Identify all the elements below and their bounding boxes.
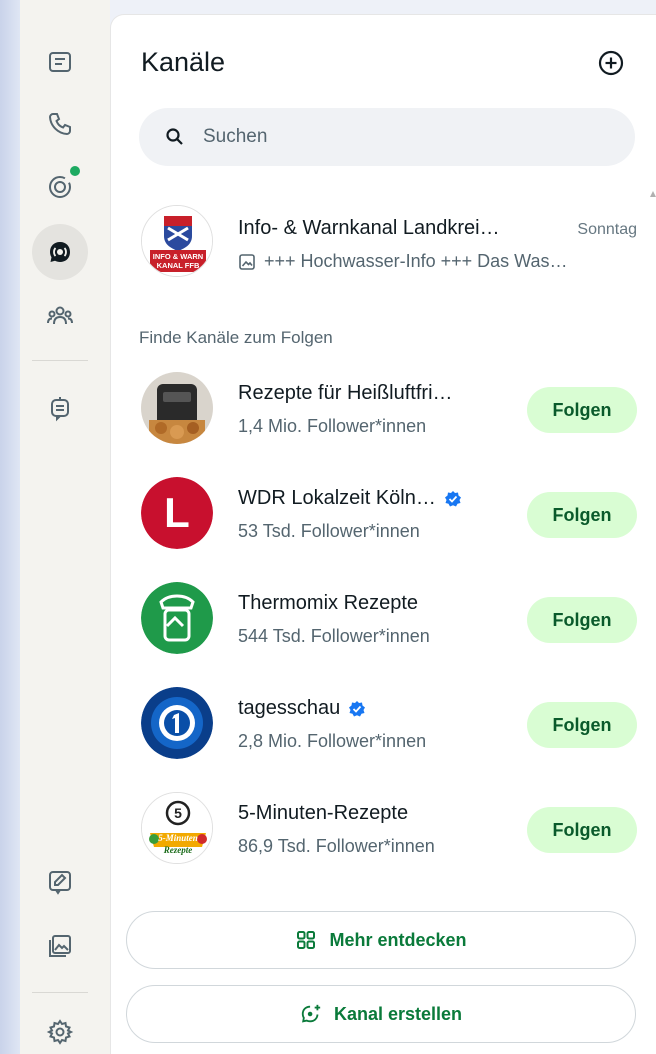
follow-button[interactable]: Folgen — [527, 597, 637, 643]
create-channel-label: Kanal erstellen — [333, 1003, 463, 1024]
status-nav-button[interactable] — [32, 158, 88, 214]
gear-icon — [46, 1019, 74, 1045]
suggestion-item[interactable]: 5 5-Minuten Rezepte 5-Minuten-Rezepte 86… — [141, 792, 637, 872]
search-input[interactable] — [203, 126, 583, 148]
suggestion-item[interactable]: tagesschau 2,8 Mio. Follower*innen Folge… — [141, 687, 637, 767]
feedback-nav-button[interactable] — [32, 854, 88, 910]
channels-nav-button[interactable] — [32, 224, 88, 280]
search-box[interactable] — [139, 108, 635, 166]
avatar-label-1: 5-Minuten — [158, 833, 198, 843]
rail-divider — [32, 360, 88, 361]
discover-more-label: Mehr entdecken — [329, 929, 467, 950]
channel-avatar: INFO & WARN KANAL FFB — [141, 205, 213, 277]
suggestion-followers: 544 Tsd. Follower*innen — [238, 626, 430, 646]
status-unread-dot — [70, 166, 80, 176]
channel-avatar — [141, 372, 213, 444]
create-channel-button[interactable]: Kanal erstellen — [126, 985, 636, 1043]
channel-name: Info- & Warnkanal Landkrei… — [238, 217, 500, 239]
communities-icon — [47, 306, 73, 325]
avatar-label-1: INFO & WARN — [153, 252, 203, 261]
discover-more-button[interactable]: Mehr entdecken — [126, 911, 636, 969]
suggestion-name: WDR Lokalzeit Köln… — [238, 487, 462, 510]
suggestion-followers: 53 Tsd. Follower*innen — [238, 521, 420, 541]
channel-avatar: 5 5-Minuten Rezepte — [141, 792, 213, 864]
grid-icon — [297, 931, 316, 949]
new-channel-button[interactable] — [596, 48, 626, 78]
suggestion-item[interactable]: L WDR Lokalzeit Köln… 53 Tsd. Follower*i… — [141, 477, 637, 557]
follow-button[interactable]: Folgen — [527, 702, 637, 748]
chat-bot-icon — [51, 397, 69, 422]
rail-divider-bottom — [32, 992, 88, 993]
chats-icon — [49, 52, 71, 72]
suggestion-name: tagesschau — [238, 697, 366, 720]
channel-timestamp: Sonntag — [577, 221, 637, 238]
followed-channel-item[interactable]: INFO & WARN KANAL FFB Info- & Warnkanal … — [141, 205, 637, 285]
suggestion-followers: 2,8 Mio. Follower*innen — [238, 731, 427, 751]
meta-ai-nav-button[interactable] — [32, 380, 88, 436]
suggestion-name: Thermomix Rezepte — [238, 592, 419, 614]
edit-message-icon — [49, 871, 71, 895]
suggestion-item[interactable]: Rezepte für Heißluftfri… 1,4 Mio. Follow… — [141, 372, 637, 452]
gallery-icon — [49, 935, 71, 957]
suggestion-item[interactable]: Thermomix Rezepte 544 Tsd. Follower*inne… — [141, 582, 637, 662]
suggestions-heading: Finde Kanäle zum Folgen — [139, 328, 333, 347]
suggestion-followers: 86,9 Tsd. Follower*innen — [238, 836, 435, 856]
follow-button[interactable]: Folgen — [527, 492, 637, 538]
channels-icon — [50, 242, 70, 262]
verified-badge-icon — [444, 490, 461, 506]
search-icon — [166, 128, 183, 145]
chats-nav-button[interactable] — [32, 34, 88, 90]
suggestion-followers: 1,4 Mio. Follower*innen — [238, 416, 427, 436]
navigation-rail — [20, 0, 110, 1054]
verified-badge-icon — [349, 700, 366, 716]
avatar-letter: L — [164, 489, 190, 536]
media-nav-button[interactable] — [32, 918, 88, 974]
channel-preview-text: +++ Hochwasser-Info +++ Das Was… — [264, 251, 568, 271]
communities-nav-button[interactable] — [32, 288, 88, 344]
page-title: Kanäle — [141, 47, 226, 77]
follow-button[interactable]: Folgen — [527, 387, 637, 433]
new-channel-icon — [301, 1004, 321, 1023]
status-icon — [49, 176, 71, 198]
avatar-number: 5 — [174, 805, 182, 821]
suggestion-name: Rezepte für Heißluftfri… — [238, 382, 453, 404]
channel-avatar — [141, 687, 213, 759]
plus-circle-icon — [598, 50, 624, 76]
suggestion-name: 5-Minuten-Rezepte — [238, 802, 409, 824]
channel-avatar — [141, 582, 213, 654]
avatar-label-2: KANAL FFB — [157, 261, 200, 270]
channels-panel: Kanäle INFO & WARN KANAL FFB Info- & War… — [110, 14, 656, 1054]
calls-nav-button[interactable] — [32, 96, 88, 152]
follow-button[interactable]: Folgen — [527, 807, 637, 853]
channel-avatar: L — [141, 477, 213, 549]
settings-nav-button[interactable] — [32, 1004, 88, 1054]
channel-preview: +++ Hochwasser-Info +++ Das Was… — [238, 251, 618, 272]
image-icon — [239, 253, 255, 270]
phone-icon — [48, 113, 71, 136]
avatar-label-2: Rezepte — [163, 845, 193, 855]
scroll-up-arrow-icon[interactable] — [650, 185, 656, 199]
